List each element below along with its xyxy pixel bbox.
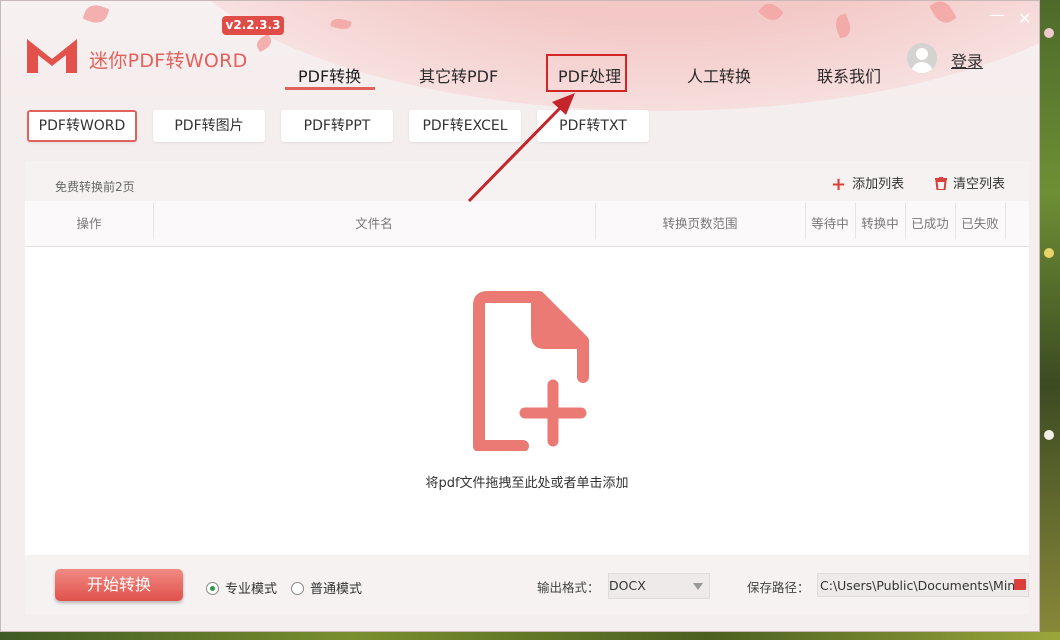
column-header-waiting: 等待中 [811, 216, 849, 231]
drop-hint-text: 将pdf文件拖拽至此处或者单击添加 [425, 476, 629, 491]
folder-icon[interactable] [1014, 579, 1026, 590]
subtab-pdf-to-txt[interactable]: PDF转TXT [537, 110, 649, 142]
desktop-background-bottom [0, 632, 1060, 640]
header: 迷你PDF转WORD v2.2.3.3 PDF转换 其它转PDF PDF处理 人… [1, 1, 1039, 111]
column-header-page-range: 转换页数范围 [662, 216, 738, 231]
column-header-succeeded: 已成功 [911, 216, 949, 231]
output-format-select[interactable]: DOCX [608, 573, 710, 599]
subtab-pdf-to-ppt[interactable]: PDF转PPT [281, 110, 393, 142]
nav-pdf-convert[interactable]: PDF转换 [298, 63, 361, 87]
output-format-label: 输出格式： [537, 580, 600, 595]
mode-normal-radio[interactable]: 普通模式 [291, 578, 362, 597]
chevron-down-icon [693, 583, 703, 590]
table-header: 操作 文件名 转换页数范围 等待中 转换中 已成功 已失败 [25, 201, 1029, 247]
mode-pro-label: 专业模式 [225, 582, 278, 597]
clear-list-button[interactable]: 清空列表 [935, 173, 1005, 192]
save-path-field[interactable]: C:\Users\Public\Documents\Mini [817, 573, 1029, 597]
file-add-icon[interactable] [471, 291, 591, 451]
save-path-label: 保存路径： [747, 580, 810, 595]
column-header-failed: 已失败 [961, 216, 999, 231]
avatar[interactable] [907, 43, 937, 73]
annotation-highlight-box [546, 54, 627, 92]
footer-bar: 开始转换 专业模式 普通模式 输出格式： DOCX 保存路径： C:\Users… [25, 556, 1029, 614]
trash-icon [935, 177, 947, 191]
app-logo-icon [27, 39, 77, 73]
app-window: 迷你PDF转WORD v2.2.3.3 PDF转换 其它转PDF PDF处理 人… [0, 0, 1040, 632]
clear-list-label: 清空列表 [953, 177, 1006, 192]
nav-other-to-pdf[interactable]: 其它转PDF [419, 63, 498, 87]
panel-toolbar: 免费转换前2页 + 添加列表 清空列表 [25, 161, 1029, 201]
nav-contact-us[interactable]: 联系我们 [817, 63, 881, 87]
subtab-pdf-to-word[interactable]: PDF转WORD [27, 110, 137, 142]
radio-selected-icon [206, 582, 219, 595]
plus-icon: + [831, 174, 847, 195]
column-header-filename: 文件名 [355, 216, 393, 231]
radio-unselected-icon [291, 582, 304, 595]
start-convert-button[interactable]: 开始转换 [55, 569, 183, 601]
add-list-label: 添加列表 [852, 177, 905, 192]
subtab-pdf-to-image[interactable]: PDF转图片 [153, 110, 265, 142]
column-header-action: 操作 [76, 216, 102, 231]
file-list-panel: 免费转换前2页 + 添加列表 清空列表 操作 文件名 转换页数范围 等待中 转换中… [25, 161, 1029, 555]
login-link[interactable]: 登录 [951, 48, 983, 72]
subtab-pdf-to-excel[interactable]: PDF转EXCEL [409, 110, 521, 142]
minimize-icon[interactable]: — [989, 5, 1005, 24]
column-header-converting: 转换中 [861, 216, 899, 231]
nav-manual-convert[interactable]: 人工转换 [687, 63, 751, 87]
close-icon[interactable]: ✕ [1018, 9, 1031, 28]
output-format-value: DOCX [609, 578, 646, 593]
file-drop-zone[interactable]: 将pdf文件拖拽至此处或者单击添加 [25, 247, 1029, 555]
save-path-value: C:\Users\Public\Documents\Mini [820, 578, 1019, 593]
free-limit-note: 免费转换前2页 [55, 180, 135, 194]
mode-normal-label: 普通模式 [310, 582, 363, 597]
app-title: 迷你PDF转WORD [89, 50, 248, 72]
version-badge: v2.2.3.3 [222, 16, 284, 35]
desktop-background-edge [1040, 0, 1060, 640]
nav-active-indicator [285, 87, 375, 90]
mode-pro-radio[interactable]: 专业模式 [206, 578, 277, 597]
petal-decoration [82, 1, 110, 27]
add-list-button[interactable]: + 添加列表 [831, 173, 904, 195]
